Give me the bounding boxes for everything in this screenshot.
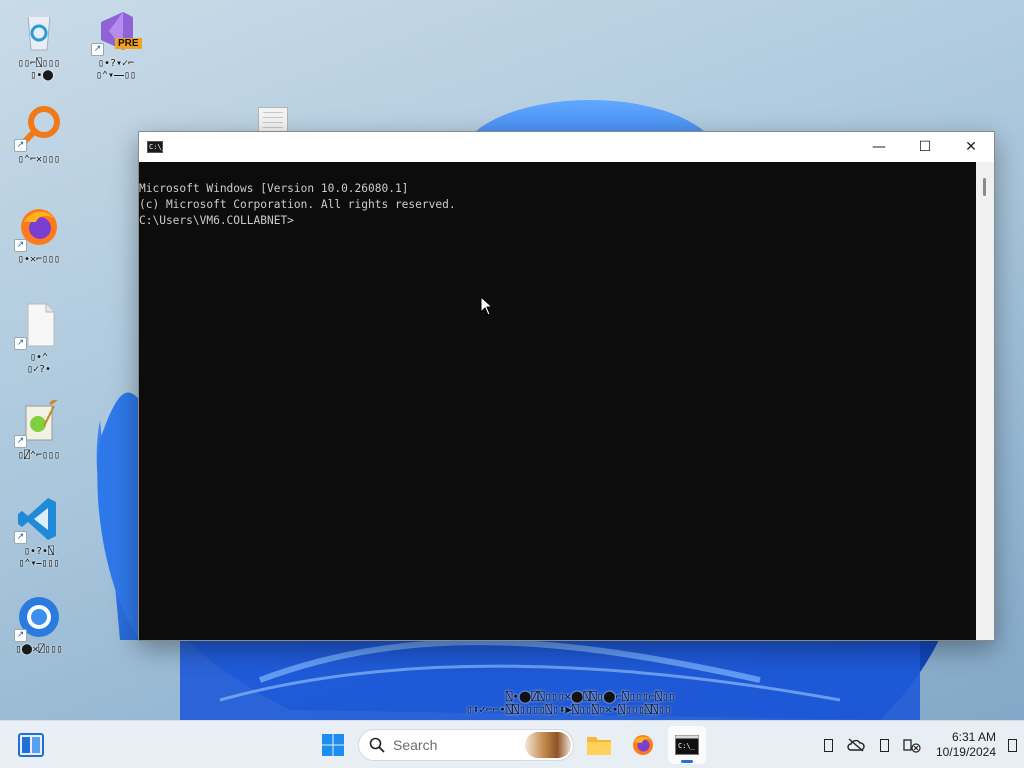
desktop-icon-caption: ▯∙?▾✓⌐ ▯⌃▾⎯⎯▯▯	[95, 58, 137, 81]
widgets-button[interactable]	[18, 733, 44, 757]
chrome-icon: ↗	[14, 594, 62, 642]
command-prompt-icon: C:\_	[147, 141, 166, 153]
magnifier-app-icon: ↗	[14, 104, 62, 152]
svg-text:C:\_: C:\_	[678, 742, 696, 750]
maximize-button[interactable]: ☐	[902, 132, 948, 162]
close-button[interactable]: ✕	[948, 132, 994, 162]
visual-studio-preview-icon: PRE ↗	[91, 8, 142, 56]
desktop-icon-caption: ▯∙⌃ ▯✓?∙	[26, 352, 52, 375]
status-glyph-strip: ⍂∙⬤⍁⍂▯▯▯✕⬤⍂⍂▯⬤⌐⍂▯▯▯⌐⍂▯▯ ▯⬍✓⌐⌐∙⍂⍂▯▯▯▯⍂▯⬍▶…	[466, 690, 676, 716]
shortcut-arrow-icon: ↗	[14, 239, 27, 252]
search-input[interactable]	[393, 737, 513, 753]
desktop-icon-search-tool[interactable]: ↗ ▯⌃⌐✕▯▯▯	[3, 104, 75, 166]
tray-volume[interactable]	[898, 721, 926, 768]
vertical-scrollbar[interactable]	[976, 162, 994, 640]
tray-item[interactable]	[870, 721, 898, 768]
widgets-icon	[18, 733, 44, 757]
scrollbar-thumb[interactable]	[983, 178, 986, 196]
taskbar: C:\_ 6:31 AM 10/19/2024	[0, 720, 1024, 768]
desktop-icon-visual-studio-code[interactable]: ↗ ▯∙?∙⍂ ▯⌃▾⎯▯▯▯	[3, 496, 75, 570]
taskbar-file-explorer[interactable]	[580, 726, 618, 764]
vscode-icon: ↗	[14, 496, 62, 544]
volume-muted-icon	[903, 739, 921, 753]
desktop-icon-visual-studio-preview[interactable]: PRE ↗ ▯∙?▾✓⌐ ▯⌃▾⎯⎯▯▯	[80, 8, 152, 82]
console-prompt: C:\Users\VM6.COLLABNET>	[139, 214, 294, 227]
window-titlebar[interactable]: C:\_ — ☐ ✕	[139, 132, 994, 162]
desktop-icon-caption: ▯⬤✕⍁▯▯▯	[15, 644, 63, 655]
desktop-icon-chrome[interactable]: ↗ ▯⬤✕⍁▯▯▯	[3, 594, 75, 656]
desktop-icon-firefox[interactable]: ↗ ▯∙✕⌐▯▯▯	[3, 204, 75, 266]
desktop-icon-caption: ▯⌃⌐✕▯▯▯	[17, 154, 61, 165]
command-prompt-window[interactable]: C:\_ — ☐ ✕ Microsoft Windows [Version 10…	[138, 131, 995, 641]
notification-button[interactable]	[1000, 738, 1024, 752]
firefox-icon: ↗	[14, 204, 62, 252]
desktop-icon-caption: ▯∙?∙⍂ ▯⌃▾⎯▯▯▯	[18, 546, 60, 569]
desktop-icon-recycle-bin[interactable]: ▯▯⌐⍂▯▯▯ ▯∙⬤	[3, 8, 75, 82]
firefox-icon	[633, 735, 653, 755]
taskbar-firefox[interactable]	[624, 726, 662, 764]
clock-time: 6:31 AM	[951, 730, 996, 744]
system-tray: 6:31 AM 10/19/2024	[814, 721, 1024, 768]
windows-logo-icon	[322, 734, 344, 756]
shortcut-arrow-icon: ↗	[14, 337, 27, 350]
terminal-icon: C:\_	[675, 735, 699, 755]
taskbar-search[interactable]	[358, 729, 574, 761]
cloud-offline-icon	[847, 738, 865, 752]
shortcut-arrow-icon: ↗	[14, 435, 27, 448]
document-icon: ↗	[14, 302, 62, 350]
taskbar-clock[interactable]: 6:31 AM 10/19/2024	[926, 730, 1000, 760]
mouse-cursor-icon	[480, 296, 494, 316]
tray-item[interactable]	[814, 721, 842, 768]
console-output[interactable]: Microsoft Windows [Version 10.0.26080.1]…	[139, 162, 976, 640]
desktop-icon-caption: ▯⍁⌃⌐▯▯▯	[17, 450, 61, 461]
clock-date: 10/19/2024	[935, 745, 996, 759]
desktop-icon-notepad-plus-plus[interactable]: ↗ ▯⍁⌃⌐▯▯▯	[3, 396, 75, 462]
shortcut-arrow-icon: ↗	[14, 531, 27, 544]
taskbar-command-prompt[interactable]: C:\_	[668, 726, 706, 764]
search-icon	[369, 737, 385, 753]
preview-badge: PRE	[115, 38, 142, 49]
search-highlight-image	[525, 732, 571, 758]
desktop-icon-blank-file[interactable]: ↗ ▯∙⌃ ▯✓?∙	[3, 302, 75, 376]
tray-box-icon	[879, 738, 889, 752]
desktop-file-icon[interactable]	[258, 107, 288, 133]
desktop-icon-caption: ▯∙✕⌐▯▯▯	[17, 254, 61, 265]
console-line: (c) Microsoft Corporation. All rights re…	[139, 198, 456, 211]
minimize-button[interactable]: —	[856, 132, 902, 162]
tray-network[interactable]	[842, 721, 870, 768]
console-line: Microsoft Windows [Version 10.0.26080.1]	[139, 182, 409, 195]
desktop-icon-caption: ▯▯⌐⍂▯▯▯ ▯∙⬤	[17, 58, 61, 81]
start-button[interactable]	[314, 726, 352, 764]
notepad-plus-plus-icon: ↗	[14, 396, 62, 448]
shortcut-arrow-icon: ↗	[91, 43, 104, 56]
recycle-bin-icon	[16, 8, 62, 54]
shortcut-arrow-icon: ↗	[14, 139, 27, 152]
folder-icon	[587, 737, 611, 755]
notification-icon	[1007, 738, 1017, 752]
tray-box-icon	[823, 738, 833, 752]
shortcut-arrow-icon: ↗	[14, 629, 27, 642]
